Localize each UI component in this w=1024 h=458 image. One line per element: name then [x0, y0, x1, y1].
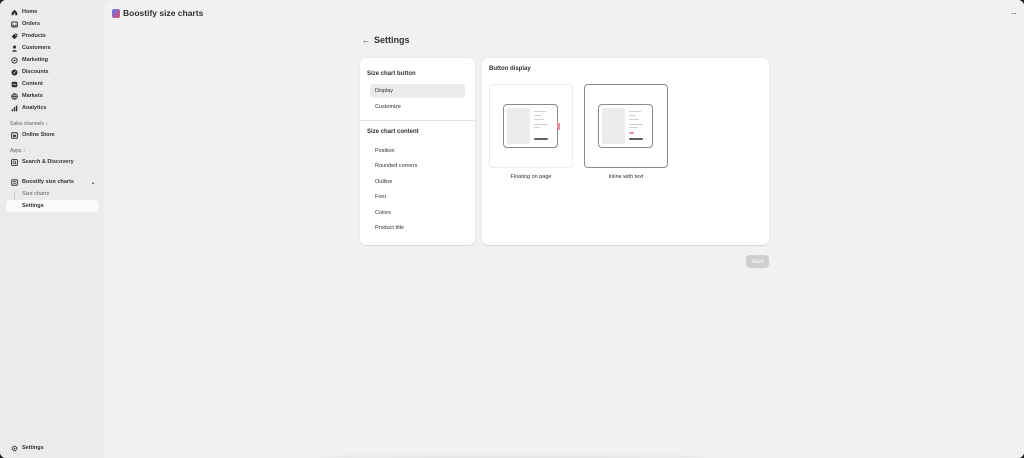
app-grid-icon	[10, 178, 18, 186]
content-icon	[10, 80, 18, 88]
menu-item-label: Product title	[375, 225, 405, 231]
floating-preview-illustration	[503, 104, 560, 148]
sidebar-subitem-settings[interactable]: Settings	[6, 200, 99, 212]
menu-item-label: Display	[375, 88, 394, 94]
sidebar-item-label: Marketing	[22, 57, 48, 63]
chevron-right-icon: ›	[45, 121, 48, 127]
sidebar-item-content[interactable]: Content	[0, 78, 104, 90]
inline-preview-illustration	[598, 104, 653, 148]
page-header: ← Settings	[362, 35, 410, 45]
bar-chart-icon	[10, 104, 18, 112]
scroll-shadow	[314, 454, 714, 458]
sales-channels-heading[interactable]: Sales channels ›	[0, 119, 104, 129]
sidebar-item-label: Discounts	[22, 69, 49, 75]
card-title: Button display	[489, 66, 531, 72]
tag-icon	[10, 32, 18, 40]
sidebar-item-label: Customers	[22, 45, 51, 51]
sidebar-item-label: Online Store	[22, 132, 55, 138]
menu-item-label: Rounded corners	[375, 163, 418, 169]
sales-channels-label: Sales channels	[10, 121, 44, 127]
menu-item-product-title[interactable]: Product title	[370, 221, 465, 235]
target-icon	[10, 56, 18, 64]
apps-label: Apps	[10, 148, 22, 154]
globe-icon	[10, 92, 18, 100]
back-arrow-icon[interactable]: ←	[362, 36, 370, 45]
menu-item-label: Position	[375, 147, 395, 154]
app-titlebar: Boostify size charts	[104, 0, 1024, 26]
sidebar-item-label: Markets	[22, 93, 43, 99]
chevron-right-icon: ›	[23, 148, 26, 154]
app-title: Boostify size charts	[123, 8, 204, 18]
sidebar-item-discounts[interactable]: Discounts	[0, 66, 104, 78]
search-icon	[10, 158, 18, 166]
sidebar-subitem-size-charts[interactable]: Size charts	[0, 188, 104, 200]
sidebar-item-label: Content	[22, 81, 43, 87]
sidebar-item-search-discovery[interactable]: Search & Discovery	[0, 156, 104, 168]
option-label: Inline with text	[608, 174, 644, 180]
settings-menu-card: Size chart button Display Customize Size…	[360, 58, 475, 245]
sidebar-item-label: Settings	[22, 445, 44, 451]
home-icon	[10, 8, 18, 16]
option-label: Floating on page	[510, 174, 552, 180]
sidebar: Home Orders Products Customers Marketing	[0, 0, 104, 458]
inbox-icon	[10, 20, 18, 28]
menu-section-title: Size chart button	[367, 71, 416, 77]
sidebar-item-label: Analytics	[22, 105, 47, 111]
menu-item-label: Colors	[375, 209, 391, 216]
menu-item-outline[interactable]: Outline	[370, 175, 465, 189]
button-display-card: Button display Floating on page Inline w…	[482, 58, 769, 245]
sidebar-item-settings[interactable]: Settings	[0, 442, 104, 454]
sidebar-item-label: Search & Discovery	[22, 159, 74, 165]
menu-item-position[interactable]: Position	[370, 144, 465, 158]
person-icon	[10, 44, 18, 52]
sidebar-item-online-store[interactable]: Online Store	[0, 129, 104, 141]
sidebar-subitem-label: Size charts	[22, 191, 50, 197]
app-frame: Home Orders Products Customers Marketing	[0, 0, 1024, 458]
menu-item-font[interactable]: Font	[370, 190, 465, 204]
main-content: Boostify size charts ··· ← Settings Size…	[104, 0, 1024, 458]
menu-item-display[interactable]: Display	[370, 84, 465, 98]
sidebar-item-markets[interactable]: Markets	[0, 90, 104, 102]
sidebar-item-products[interactable]: Products	[0, 30, 104, 42]
sidebar-item-label: Products	[22, 33, 46, 39]
sidebar-item-label: Boostify size charts	[22, 179, 74, 185]
gear-icon	[10, 444, 18, 452]
menu-item-label: Customize	[375, 103, 401, 110]
sidebar-item-label: Orders	[22, 21, 41, 27]
boostify-logo-icon	[112, 8, 120, 18]
sidebar-item-orders[interactable]: Orders	[0, 18, 104, 30]
apps-heading[interactable]: Apps ›	[0, 146, 104, 156]
menu-item-customize[interactable]: Customize	[370, 100, 465, 114]
menu-item-label: Font	[375, 194, 387, 200]
sidebar-item-marketing[interactable]: Marketing	[0, 54, 104, 66]
menu-section-title: Size chart content	[367, 128, 419, 135]
menu-item-rounded-corners[interactable]: Rounded corners	[370, 159, 465, 173]
store-icon	[10, 131, 18, 139]
option-inline-with-text[interactable]	[584, 84, 668, 168]
sidebar-subitem-label: Settings	[22, 203, 44, 209]
discount-icon	[10, 68, 18, 76]
more-actions-button[interactable]: ···	[1011, 9, 1017, 18]
menu-item-colors[interactable]: Colors	[370, 206, 465, 220]
page-title: Settings	[374, 35, 410, 45]
pin-icon[interactable]: ▴	[92, 180, 94, 185]
sidebar-item-boostify[interactable]: Boostify size charts ▴	[0, 176, 104, 188]
sidebar-item-home[interactable]: Home	[0, 6, 104, 18]
sidebar-item-customers[interactable]: Customers	[0, 42, 104, 54]
option-floating-on-page[interactable]	[489, 84, 573, 168]
sidebar-item-analytics[interactable]: Analytics	[0, 102, 104, 114]
sidebar-item-label: Home	[22, 9, 38, 15]
save-button[interactable]: Save	[746, 255, 769, 268]
menu-item-label: Outline	[375, 178, 393, 185]
sidebar-footer: Settings	[0, 442, 104, 454]
